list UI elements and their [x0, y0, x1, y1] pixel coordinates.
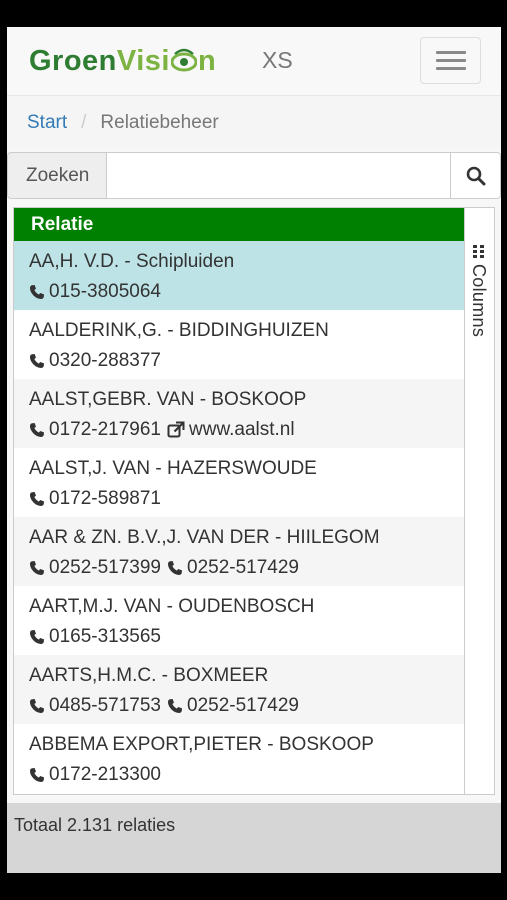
- table-row[interactable]: AALST,J. VAN - HAZERSWOUDE 0172-589871: [14, 448, 464, 517]
- table-row[interactable]: AA,H. V.D. - Schipluiden 015-3805064: [14, 241, 464, 310]
- phone-link[interactable]: 0172-217961: [29, 415, 161, 445]
- phone-icon: [167, 560, 187, 576]
- phone-number: 0252-517399: [49, 557, 161, 578]
- relation-contacts: 0252-517399 0252-517429: [29, 553, 464, 583]
- search-icon: [466, 166, 485, 185]
- phone-link[interactable]: 015-3805064: [29, 277, 161, 307]
- phone-number: 015-3805064: [49, 281, 161, 302]
- relations-table: Relatie AA,H. V.D. - Schipluiden 015-3805…: [13, 207, 495, 795]
- phone-number: 0485-571753: [49, 695, 161, 716]
- groenvision-logo[interactable]: Groen Visi n: [29, 41, 216, 81]
- columns-label: Columns: [469, 264, 489, 338]
- table-row[interactable]: ABBEMA EXPORT,PIETER - BOSKOOP 0172-21330…: [14, 724, 464, 793]
- table-row[interactable]: AALST,GEBR. VAN - BOSKOOP 0172-217961 www.…: [14, 379, 464, 448]
- relation-name: AA,H. V.D. - Schipluiden: [29, 251, 235, 272]
- breadcrumb-current: Relatiebeheer: [100, 111, 219, 133]
- relation-name: AALST,J. VAN - HAZERSWOUDE: [29, 458, 317, 479]
- phone-link[interactable]: 0320-288377: [29, 346, 161, 376]
- phone-link[interactable]: 0172-589871: [29, 484, 161, 514]
- phone-link[interactable]: 0252-517399: [29, 553, 161, 583]
- phone-icon: [29, 560, 49, 576]
- phone-number: 0320-288377: [49, 350, 161, 371]
- relation-contacts: 0172-217961 www.aalst.nl: [29, 415, 464, 445]
- phone-icon: [29, 353, 49, 369]
- phone-link[interactable]: 0172-213300: [29, 760, 161, 790]
- relation-name: AART,M.J. VAN - OUDENBOSCH: [29, 596, 315, 617]
- hamburger-icon: [436, 51, 466, 54]
- relation-name: ABBEMA EXPORT,PIETER - BOSKOOP: [29, 734, 374, 755]
- relation-contacts: 0165-313565: [29, 622, 464, 652]
- phone-icon: [29, 698, 49, 714]
- relation-contacts: 0485-571753 0252-517429: [29, 691, 464, 721]
- phone-number: 0172-589871: [49, 488, 161, 509]
- search-input[interactable]: [107, 152, 450, 199]
- relation-contacts: 0172-213300: [29, 760, 464, 790]
- app-screen: Groen Visi n XS Start / Relatiebeheer Zo…: [7, 27, 501, 873]
- column-header-relatie[interactable]: Relatie: [14, 208, 464, 241]
- phone-icon: [29, 284, 49, 300]
- phone-number: 0252-517429: [187, 557, 299, 578]
- navbar: Groen Visi n XS: [7, 27, 501, 96]
- total-relations-text: Totaal 2.131 relaties: [14, 815, 176, 835]
- relation-name: AARTS,H.M.C. - BOXMEER: [29, 665, 269, 686]
- viewport-size-label: XS: [262, 47, 293, 73]
- relation-contacts: 0172-589871: [29, 484, 464, 514]
- relation-name: AALST,GEBR. VAN - BOSKOOP: [29, 389, 307, 410]
- phone-icon: [167, 698, 187, 714]
- search-button[interactable]: [450, 152, 501, 199]
- table-row[interactable]: AAR & ZN. B.V.,J. VAN DER - HIILEGOM 0252…: [14, 517, 464, 586]
- phone-number: 0165-313565: [49, 626, 161, 647]
- breadcrumb: Start / Relatiebeheer: [7, 96, 501, 149]
- logo-text-visi: Visi: [116, 44, 170, 77]
- phone-number: 0252-517429: [187, 695, 299, 716]
- table-row[interactable]: AART,M.J. VAN - OUDENBOSCH 0165-313565: [14, 586, 464, 655]
- breadcrumb-separator: /: [81, 111, 87, 133]
- phone-number: 0172-217961: [49, 419, 161, 440]
- relation-contacts: 015-3805064: [29, 277, 464, 307]
- search-bar: Zoeken: [7, 152, 501, 199]
- footer-total: Totaal 2.131 relaties: [7, 803, 501, 873]
- search-label: Zoeken: [7, 152, 107, 199]
- table-row[interactable]: AARTS,H.M.C. - BOXMEER 0485-571753 0252-51…: [14, 655, 464, 724]
- phone-link[interactable]: 0252-517429: [167, 691, 299, 721]
- table-rows: AA,H. V.D. - Schipluiden 015-3805064 AALDE…: [14, 241, 464, 793]
- relation-contacts: 0320-288377: [29, 346, 464, 376]
- phone-icon: [29, 629, 49, 645]
- logo-text-n: n: [197, 44, 217, 77]
- website-url: www.aalst.nl: [189, 419, 295, 440]
- table-body: Relatie AA,H. V.D. - Schipluiden 015-3805…: [14, 208, 465, 794]
- website-link[interactable]: www.aalst.nl: [167, 415, 295, 445]
- phone-number: 0172-213300: [49, 764, 161, 785]
- menu-toggle-button[interactable]: [420, 37, 481, 84]
- relation-name: AAR & ZN. B.V.,J. VAN DER - HIILEGOM: [29, 527, 380, 548]
- relation-name: AALDERINK,G. - BIDDINGHUIZEN: [29, 320, 329, 341]
- logo-text-groen: Groen: [29, 44, 117, 77]
- breadcrumb-start-link[interactable]: Start: [27, 112, 67, 134]
- table-row[interactable]: AALDERINK,G. - BIDDINGHUIZEN 0320-288377: [14, 310, 464, 379]
- logo-eye-icon: [170, 48, 198, 74]
- columns-grid-icon: [473, 245, 484, 258]
- phone-link[interactable]: 0165-313565: [29, 622, 161, 652]
- columns-toggle-button[interactable]: Columns: [465, 208, 494, 794]
- phone-link[interactable]: 0485-571753: [29, 691, 161, 721]
- phone-icon: [29, 491, 49, 507]
- phone-icon: [29, 422, 49, 438]
- phone-link[interactable]: 0252-517429: [167, 553, 299, 583]
- phone-icon: [29, 767, 49, 783]
- external-link-icon: [167, 421, 189, 439]
